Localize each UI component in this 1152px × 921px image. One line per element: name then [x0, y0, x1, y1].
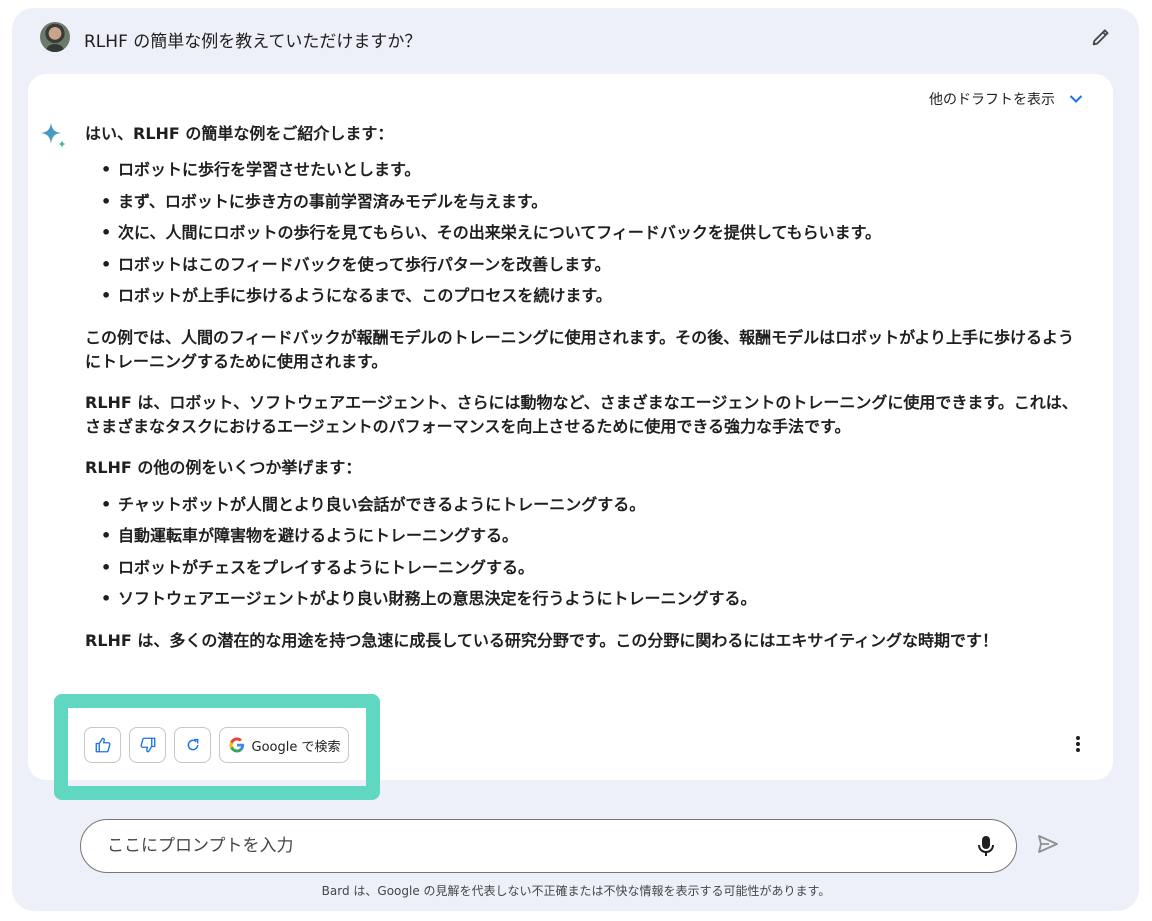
- list-item: ロボットに歩行を学習させたいとします。: [85, 154, 1085, 186]
- prompt-input-box[interactable]: [80, 819, 1017, 873]
- response-content: はい、RLHF の簡単な例をご紹介します： ロボットに歩行を学習させたいとします…: [85, 122, 1085, 653]
- list-item: まず、ロボットに歩き方の事前学習済みモデルを与えます。: [85, 186, 1085, 218]
- prompt-input[interactable]: [107, 820, 967, 872]
- list-item: ソフトウェアエージェントがより良い財務上の意思決定を行うようにトレーニングする。: [85, 583, 1085, 615]
- response-card: 他のドラフトを表示 はい、RLHF の簡単な例をご紹介します： ロボットに歩行を…: [28, 74, 1113, 780]
- google-search-label: Google で検索: [251, 739, 341, 755]
- thumbs-up-icon: [95, 737, 110, 753]
- paragraph-examples-intro: RLHF の他の例をいくつか挙げます：: [85, 457, 362, 477]
- list-item: ロボットがチェスをプレイするようにトレーニングする。: [85, 552, 1085, 584]
- response-intro: はい、RLHF の簡単な例をご紹介します：: [85, 124, 394, 143]
- list-item: 次に、人間にロボットの歩行を見てもらい、その出来栄えについてフィードバックを提供…: [85, 217, 1085, 249]
- prompt-row: RLHF の簡単な例を教えていただけますか？: [40, 22, 1112, 56]
- regenerate-button[interactable]: [174, 727, 211, 763]
- user-avatar: [40, 22, 70, 52]
- sparkle-icon: [41, 123, 66, 148]
- steps-list: ロボットに歩行を学習させたいとします。 まず、ロボットに歩き方の事前学習済みモデ…: [85, 154, 1085, 312]
- paragraph-reward-model: この例では、人間のフィードバックが報酬モデルのトレーニングに使用されます。その後…: [85, 327, 1074, 371]
- google-logo-icon: [229, 737, 244, 753]
- disclaimer-text: Bard は、Google の見解を代表しない不正確または不快な情報を表示する可…: [321, 884, 831, 898]
- drafts-label: 他のドラフトを表示: [929, 92, 1055, 108]
- refresh-icon: [187, 738, 198, 751]
- examples-list: チャットボットが人間とより良い会話ができるようにトレーニングする。 自動運転車が…: [85, 489, 1085, 615]
- more-vertical-icon[interactable]: [1070, 733, 1086, 755]
- show-drafts-button[interactable]: 他のドラフトを表示: [929, 88, 1083, 110]
- microphone-icon[interactable]: [976, 835, 996, 857]
- pencil-icon[interactable]: [1090, 26, 1112, 48]
- dislike-button[interactable]: [129, 727, 166, 763]
- list-item: ロボットが上手に歩けるようになるまで、このプロセスを続けます。: [85, 280, 1085, 312]
- chevron-down-icon: [1069, 95, 1083, 103]
- send-icon[interactable]: [1036, 832, 1060, 856]
- paragraph-conclusion: RLHF は、多くの潜在的な用途を持つ急速に成長している研究分野です。この分野に…: [85, 630, 999, 650]
- like-button[interactable]: [84, 727, 121, 763]
- list-item: チャットボットが人間とより良い会話ができるようにトレーニングする。: [85, 489, 1085, 521]
- google-search-button[interactable]: Google で検索: [219, 727, 349, 763]
- thumbs-down-icon: [140, 737, 155, 753]
- paragraph-applications: RLHF は、ロボット、ソフトウェアエージェント、さらには動物など、さまざまなエ…: [85, 392, 1078, 436]
- list-item: 自動運転車が障害物を避けるようにトレーニングする。: [85, 520, 1085, 552]
- prompt-text: RLHF の簡単な例を教えていただけますか？: [84, 32, 422, 52]
- list-item: ロボットはこのフィードバックを使って歩行パターンを改善します。: [85, 249, 1085, 281]
